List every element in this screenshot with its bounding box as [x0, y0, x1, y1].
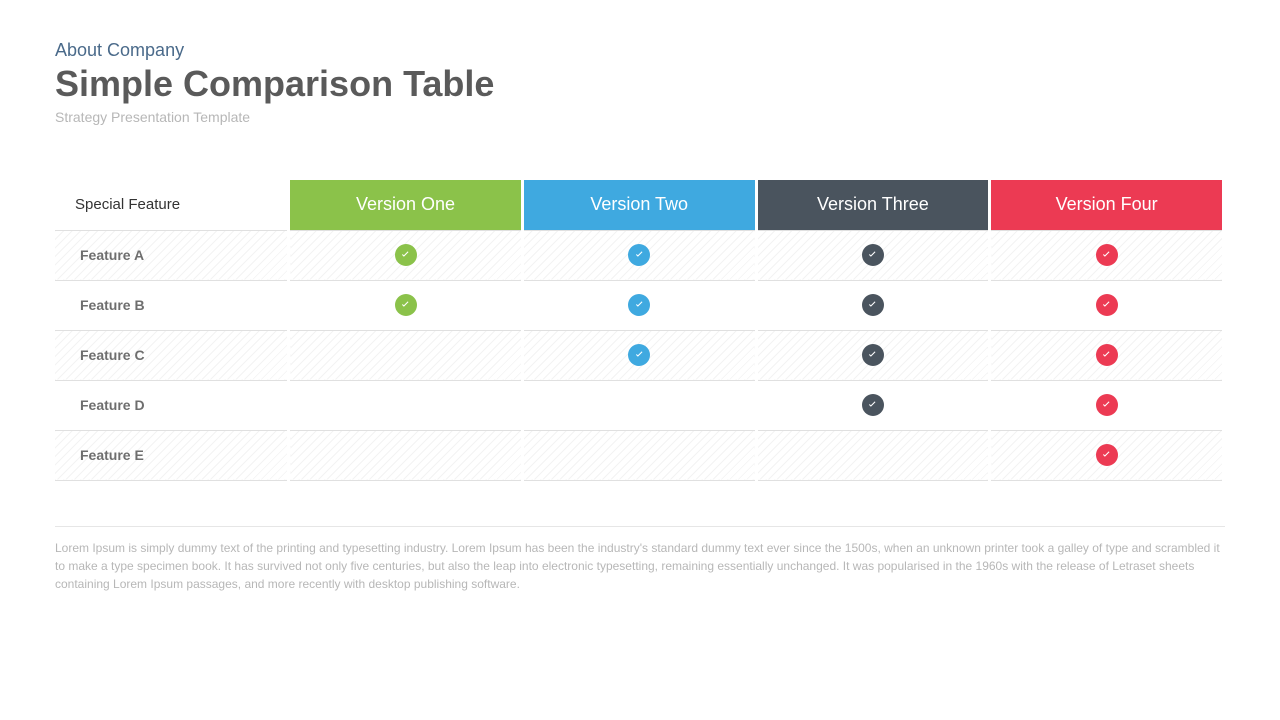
check-icon [628, 244, 650, 266]
feature-label: Feature A [55, 230, 289, 280]
table-header-row: Special Feature Version One Version Two … [55, 180, 1224, 230]
table-row: Feature C [55, 330, 1224, 380]
feature-label: Feature C [55, 330, 289, 380]
feature-cell [990, 330, 1224, 380]
check-icon [1096, 394, 1118, 416]
check-icon [862, 294, 884, 316]
column-header-version-four: Version Four [990, 180, 1224, 230]
feature-cell [756, 330, 990, 380]
feature-cell [756, 280, 990, 330]
column-header-version-three: Version Three [756, 180, 990, 230]
feature-cell [522, 430, 756, 480]
feature-cell [990, 380, 1224, 430]
divider [55, 526, 1225, 527]
feature-cell [990, 280, 1224, 330]
feature-label: Feature B [55, 280, 289, 330]
column-header-version-two: Version Two [522, 180, 756, 230]
feature-cell [522, 230, 756, 280]
feature-cell [522, 280, 756, 330]
feature-cell [289, 280, 523, 330]
column-header-version-one: Version One [289, 180, 523, 230]
feature-cell [289, 230, 523, 280]
subtitle-text: Strategy Presentation Template [55, 109, 1225, 125]
feature-cell [289, 380, 523, 430]
feature-cell [756, 430, 990, 480]
feature-cell [990, 230, 1224, 280]
footnote-text: Lorem Ipsum is simply dummy text of the … [55, 539, 1225, 593]
feature-cell [289, 430, 523, 480]
feature-cell [522, 380, 756, 430]
check-icon [395, 294, 417, 316]
table-row: Feature D [55, 380, 1224, 430]
table-row: Feature E [55, 430, 1224, 480]
comparison-table: Special Feature Version One Version Two … [55, 180, 1225, 481]
table-row: Feature B [55, 280, 1224, 330]
feature-cell [990, 430, 1224, 480]
check-icon [628, 294, 650, 316]
check-icon [1096, 444, 1118, 466]
check-icon [1096, 244, 1118, 266]
feature-cell [522, 330, 756, 380]
table-row: Feature A [55, 230, 1224, 280]
slide: About Company Simple Comparison Table St… [0, 0, 1280, 623]
check-icon [862, 394, 884, 416]
feature-cell [756, 230, 990, 280]
feature-cell [756, 380, 990, 430]
check-icon [862, 344, 884, 366]
check-icon [628, 344, 650, 366]
eyebrow-text: About Company [55, 40, 1225, 61]
page-title: Simple Comparison Table [55, 63, 1225, 105]
feature-label: Feature D [55, 380, 289, 430]
check-icon [1096, 344, 1118, 366]
check-icon [1096, 294, 1118, 316]
feature-cell [289, 330, 523, 380]
check-icon [862, 244, 884, 266]
feature-label: Feature E [55, 430, 289, 480]
row-header-label: Special Feature [55, 180, 289, 230]
check-icon [395, 244, 417, 266]
